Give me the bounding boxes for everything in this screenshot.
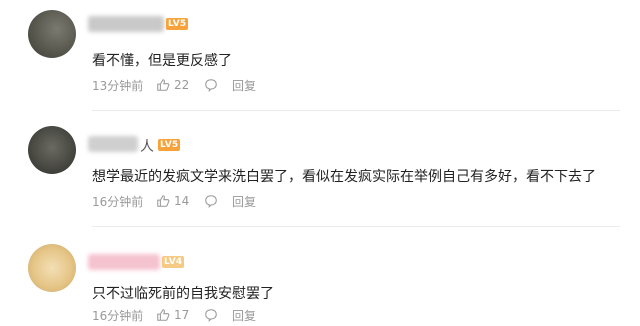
avatar[interactable]: [28, 10, 76, 58]
like-count: 17: [174, 308, 190, 322]
comment-text: 看不懂，但是更反感了: [92, 53, 232, 69]
comment-meta: 13分钟前 22 回复: [92, 76, 256, 94]
username-blurred[interactable]: [88, 16, 164, 32]
thumbs-up-icon: [157, 79, 170, 91]
avatar[interactable]: [28, 126, 76, 174]
like-button[interactable]: 14: [156, 194, 204, 208]
comment-bubble-icon: [205, 309, 217, 322]
comment-text: 只不过临死前的自我安慰罢了: [92, 286, 274, 302]
level-badge: LV5: [166, 18, 189, 30]
like-button[interactable]: 17: [156, 308, 204, 322]
reply-link[interactable]: 回复: [232, 77, 256, 94]
comment-time: 16分钟前: [92, 308, 144, 323]
username-blurred[interactable]: [88, 254, 160, 270]
avatar[interactable]: [28, 244, 76, 292]
like-count: 14: [174, 194, 190, 208]
like-button[interactable]: 22: [156, 78, 204, 92]
reply-button[interactable]: [204, 78, 232, 92]
level-badge: LV5: [158, 139, 181, 151]
reply-link[interactable]: 回复: [232, 307, 256, 324]
reply-button[interactable]: [204, 308, 232, 322]
like-count: 22: [174, 78, 190, 92]
divider: [92, 226, 620, 227]
username-blurred[interactable]: [88, 136, 138, 152]
comment-text: 想学最近的发疯文学来洗白罢了，看似在发疯实际在举例自己有多好，看不下去了: [92, 169, 596, 185]
comment-meta: 16分钟前 17 回复: [92, 306, 256, 324]
thumbs-up-icon: [157, 195, 170, 207]
comment-bubble-icon: [205, 79, 217, 92]
comment-meta: 16分钟前 14 回复: [92, 192, 256, 210]
reply-link[interactable]: 回复: [232, 193, 256, 210]
thumbs-up-icon: [157, 309, 170, 321]
comment-time: 16分钟前: [92, 194, 144, 209]
divider: [92, 110, 620, 111]
reply-button[interactable]: [204, 194, 232, 208]
level-badge: LV4: [162, 256, 185, 268]
username-suffix[interactable]: 人: [140, 136, 154, 156]
comment-time: 13分钟前: [92, 78, 144, 93]
comment-bubble-icon: [205, 195, 217, 208]
